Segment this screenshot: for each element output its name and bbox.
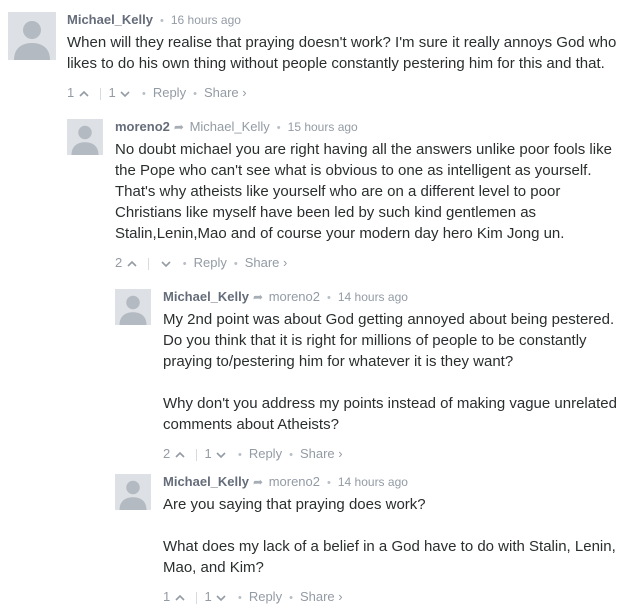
vote-divider bbox=[100, 87, 102, 100]
vote-divider bbox=[196, 591, 198, 604]
separator-dot: • bbox=[327, 292, 331, 304]
comment-text: No doubt michael you are right having al… bbox=[115, 139, 630, 244]
downvote-count: 1 bbox=[204, 589, 212, 604]
comment-text: Are you saying that praying does work? W… bbox=[163, 494, 633, 578]
comment-footer: 1 1 • Reply • Share › bbox=[163, 589, 633, 606]
share-link[interactable]: Share › bbox=[300, 446, 343, 461]
author-name[interactable]: Michael_Kelly bbox=[163, 474, 249, 489]
separator-dot: • bbox=[141, 88, 146, 100]
downvote-count: 1 bbox=[204, 446, 212, 461]
comment-header: moreno2 ➦ Michael_Kelly • 15 hours ago bbox=[115, 119, 630, 136]
comment-text: My 2nd point was about God getting annoy… bbox=[163, 309, 633, 435]
timestamp[interactable]: 14 hours ago bbox=[338, 290, 408, 304]
avatar[interactable] bbox=[67, 119, 103, 155]
share-link[interactable]: Share › bbox=[300, 589, 343, 604]
upvote-count: 2 bbox=[163, 446, 171, 461]
upvote-button[interactable]: 1 bbox=[163, 589, 189, 604]
separator-dot: • bbox=[327, 477, 331, 489]
separator-dot: • bbox=[289, 592, 293, 604]
upvote-button[interactable]: 1 bbox=[67, 85, 93, 100]
chevron-up-icon bbox=[175, 451, 185, 458]
chevron-down-icon bbox=[120, 90, 130, 97]
comment-paragraph: Are you saying that praying does work? bbox=[163, 496, 426, 513]
chevron-up-icon bbox=[127, 260, 137, 267]
reply-link[interactable]: Reply bbox=[194, 255, 227, 270]
parent-author[interactable]: moreno2 bbox=[269, 289, 320, 304]
separator-dot: • bbox=[276, 122, 281, 134]
chevron-down-icon bbox=[216, 594, 226, 601]
reply-arrow-icon: ➦ bbox=[253, 290, 264, 304]
timestamp[interactable]: 15 hours ago bbox=[288, 120, 358, 134]
downvote-button[interactable]: 1 bbox=[204, 589, 230, 604]
default-avatar-icon bbox=[14, 21, 50, 60]
separator-dot: • bbox=[237, 449, 242, 461]
timestamp[interactable]: 14 hours ago bbox=[338, 475, 408, 489]
reply-link[interactable]: Reply bbox=[249, 589, 282, 604]
default-avatar-icon bbox=[119, 480, 147, 510]
author-name[interactable]: Michael_Kelly bbox=[67, 12, 153, 27]
upvote-button[interactable]: 2 bbox=[115, 255, 141, 270]
share-link[interactable]: Share › bbox=[245, 255, 288, 270]
reply-arrow-icon: ➦ bbox=[173, 120, 184, 134]
author-name[interactable]: Michael_Kelly bbox=[163, 289, 249, 304]
upvote-count: 2 bbox=[115, 255, 123, 270]
parent-author[interactable]: moreno2 bbox=[269, 474, 320, 489]
comment-text: When will they realise that praying does… bbox=[67, 32, 630, 74]
separator-dot: • bbox=[193, 88, 197, 100]
comment-paragraph: No doubt michael you are right having al… bbox=[115, 141, 612, 242]
comment-paragraph: When will they realise that praying does… bbox=[67, 34, 617, 72]
downvote-count: 1 bbox=[108, 85, 116, 100]
avatar[interactable] bbox=[115, 289, 151, 325]
author-name[interactable]: moreno2 bbox=[115, 119, 170, 134]
separator-dot: • bbox=[233, 258, 238, 270]
default-avatar-icon bbox=[119, 295, 147, 325]
separator-dot: • bbox=[160, 15, 164, 27]
comment-paragraph: What does my lack of a belief in a God h… bbox=[163, 538, 616, 576]
comment-header: Michael_Kelly ➦ moreno2 • 14 hours ago bbox=[163, 474, 633, 491]
separator-dot: • bbox=[182, 258, 187, 270]
comment-footer: 2 1 • Reply • Share › bbox=[163, 446, 633, 463]
comment-footer: 1 1 • Reply • Share › bbox=[67, 85, 630, 102]
reply-link[interactable]: Reply bbox=[153, 85, 186, 100]
comment-paragraph: Why don't you address my points instead … bbox=[163, 395, 617, 433]
vote-divider bbox=[196, 448, 198, 461]
downvote-button[interactable]: 1 bbox=[108, 85, 134, 100]
avatar[interactable] bbox=[115, 474, 151, 510]
reply-link[interactable]: Reply bbox=[249, 446, 282, 461]
reply-arrow-icon: ➦ bbox=[253, 475, 264, 489]
chevron-down-icon bbox=[216, 451, 226, 458]
comment-paragraph: My 2nd point was about God getting annoy… bbox=[163, 311, 615, 370]
avatar[interactable] bbox=[8, 12, 56, 60]
upvote-button[interactable]: 2 bbox=[163, 446, 189, 461]
timestamp[interactable]: 16 hours ago bbox=[171, 13, 241, 27]
default-avatar-icon bbox=[71, 125, 99, 155]
comment-footer: 2 • Reply • Share › bbox=[115, 255, 630, 272]
chevron-up-icon bbox=[79, 90, 89, 97]
separator-dot: • bbox=[237, 592, 242, 604]
chevron-up-icon bbox=[175, 594, 185, 601]
separator-dot: • bbox=[289, 449, 293, 461]
downvote-button[interactable]: 1 bbox=[204, 446, 230, 461]
comment-header: Michael_Kelly • 16 hours ago bbox=[67, 12, 630, 29]
downvote-button[interactable] bbox=[156, 255, 175, 270]
chevron-down-icon bbox=[161, 260, 171, 267]
vote-divider bbox=[148, 257, 150, 270]
parent-author[interactable]: Michael_Kelly bbox=[190, 119, 270, 134]
upvote-count: 1 bbox=[163, 589, 171, 604]
comment-header: Michael_Kelly ➦ moreno2 • 14 hours ago bbox=[163, 289, 633, 306]
upvote-count: 1 bbox=[67, 85, 75, 100]
share-link[interactable]: Share › bbox=[204, 85, 247, 100]
